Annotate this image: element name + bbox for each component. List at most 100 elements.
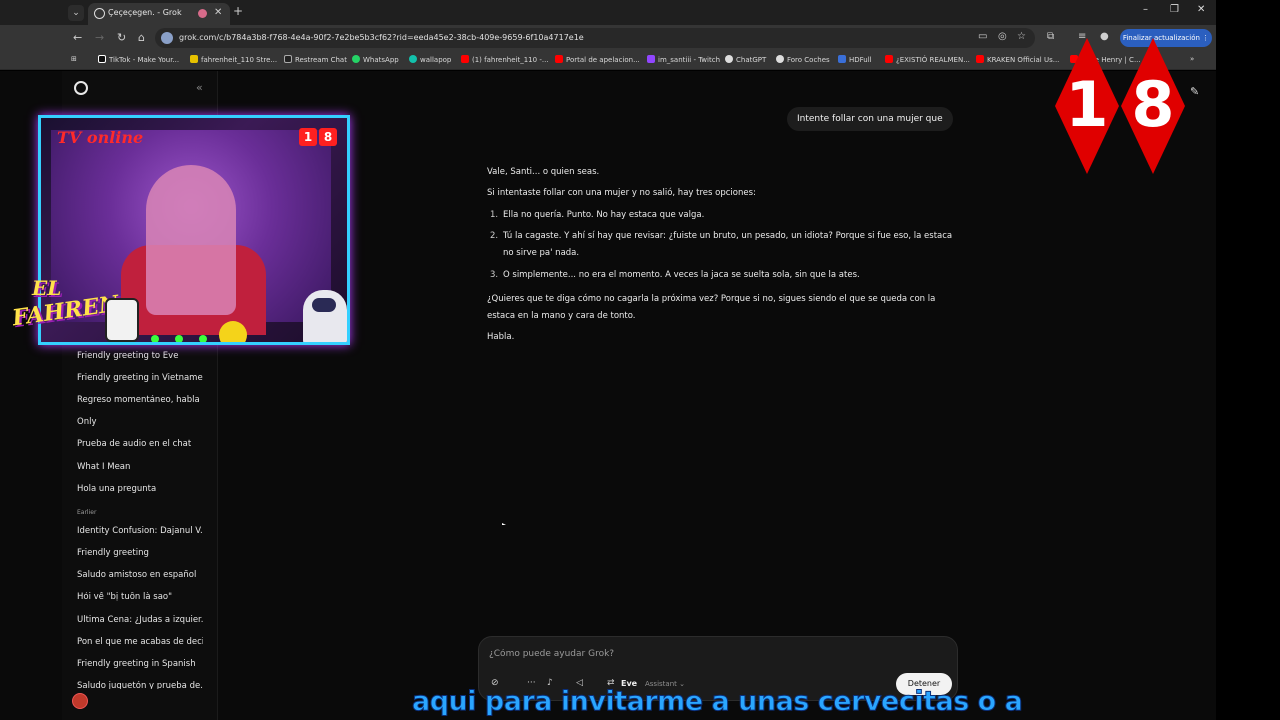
stream-subtitle: aqui para invitarme a unas cervecitas o … <box>411 686 1023 718</box>
tab-grok[interactable]: Çeçeçegen. - Grok ✕ <box>88 3 230 25</box>
site-info-icon[interactable] <box>161 32 173 44</box>
user-message: Intente follar con una mujer que <box>787 107 953 131</box>
eye-off-icon[interactable]: ◎ <box>998 31 1007 42</box>
wallapop-icon <box>409 55 417 63</box>
sidebar-chat-item[interactable]: Friendly greeting <box>77 548 203 558</box>
pacman-dots <box>151 328 223 342</box>
bookmark-item[interactable]: Foro Coches <box>776 55 830 64</box>
tv-online-logo: TV online <box>57 128 144 147</box>
bookmark-star-icon[interactable]: ☆ <box>1017 31 1026 42</box>
apps-grid-icon[interactable]: ⊞ <box>71 55 77 63</box>
sidebar-chat-item[interactable]: Friendly greeting in Spanish <box>77 659 203 669</box>
bookmark-item[interactable]: ¿EXISTIÓ REALMEN... <box>885 55 970 64</box>
sidebar-chat-item[interactable]: Hola una pregunta <box>77 484 203 494</box>
sidebar-chat-item[interactable]: Hỏi về "bị tuôn là sao" <box>77 592 203 602</box>
reply-option: 1. Ella no quería. Punto. No hay estaca … <box>490 207 963 224</box>
bookmark-item[interactable]: (1) fahrenheit_110 -... <box>461 55 549 64</box>
bookmark-item[interactable]: Portal de apelacion... <box>555 55 640 64</box>
reply-question: ¿Quieres que te diga cómo no cagarla la … <box>487 294 936 321</box>
whatsapp-icon <box>352 55 360 63</box>
age-badge-1: 1 <box>299 128 317 146</box>
fahren-logo-el: EL <box>32 276 62 300</box>
age-rating-18: 1 8 <box>1055 38 1187 174</box>
cast-icon[interactable]: ▭ <box>978 31 987 42</box>
sidebar-chat-item[interactable]: Saludo juguetón y prueba de... <box>77 681 203 689</box>
twitch-icon <box>647 55 655 63</box>
tab-search-icon[interactable]: ⌄ <box>68 5 84 21</box>
forward-icon[interactable]: → <box>95 31 104 44</box>
browser-toolbar: ← → ↻ ⌂ grok.com/c/b784a3b8-f768-4e4a-90… <box>0 25 1216 51</box>
reply-close: Habla. <box>487 332 515 342</box>
right-black-margin <box>1216 0 1280 720</box>
extensions-icon[interactable]: ⧉ <box>1047 31 1054 42</box>
browser-tab-strip: ⌄ Çeçeçegen. - Grok ✕ + – ❐ ✕ <box>0 0 1216 25</box>
hdfull-icon <box>838 55 846 63</box>
astronaut-icon <box>303 290 347 342</box>
address-bar[interactable]: grok.com/c/b784a3b8-f768-4e4a-90f2-7e2be… <box>155 28 1035 48</box>
youtube-icon <box>555 55 563 63</box>
reply-option: 3. O simplemente... no era el momento. A… <box>490 267 963 284</box>
sidebar-chat-item[interactable]: What I Mean <box>77 462 203 472</box>
streamer-figure <box>146 165 236 315</box>
rating-diamond: 1 <box>1055 38 1119 174</box>
pacman-icon <box>219 321 247 342</box>
new-chat-edit-icon[interactable]: ✎ <box>1190 85 1199 98</box>
sidebar-section-earlier: Earlier <box>77 509 97 516</box>
bookmark-item[interactable]: fahrenheit_110 Stre... <box>190 55 277 64</box>
reply-lead: Si intentaste follar con una mujer y no … <box>487 188 756 198</box>
user-avatar[interactable] <box>72 693 88 709</box>
collapse-sidebar-icon[interactable]: « <box>196 81 203 94</box>
sidebar-chat-item[interactable]: Saludo amistoso en español <box>77 570 203 580</box>
back-icon[interactable]: ← <box>73 31 82 44</box>
reply-intro: Vale, Santi... o quien seas. <box>487 167 600 177</box>
tab-title: Çeçeçegen. - Grok <box>108 8 182 17</box>
option-number: 2. <box>490 231 499 241</box>
bookmark-item[interactable]: wallapop <box>409 55 451 64</box>
minimize-button[interactable]: – <box>1143 4 1148 15</box>
forocoches-icon <box>776 55 784 63</box>
home-icon[interactable]: ⌂ <box>138 31 145 44</box>
tab-close-icon[interactable]: ✕ <box>214 7 222 18</box>
more-bookmarks-icon[interactable]: » <box>1190 55 1194 63</box>
sidebar-chat-item[interactable]: Friendly greeting in Vietname... <box>77 373 203 383</box>
bookmark-item[interactable]: im_santiii - Twitch <box>647 55 720 64</box>
sidebar-chat-item[interactable]: Última Cena: ¿Judas a izquier... <box>77 615 203 625</box>
restore-button[interactable]: ❐ <box>1170 4 1179 15</box>
sidebar-chat-item[interactable]: Prueba de audio en el chat <box>77 439 203 449</box>
reload-icon[interactable]: ↻ <box>117 31 126 44</box>
youtube-icon <box>461 55 469 63</box>
recording-icon <box>198 9 207 18</box>
bookmark-item[interactable]: KRAKEN Official Us... <box>976 55 1059 64</box>
bookmark-item[interactable]: ChatGPT <box>725 55 766 64</box>
grok-logo-icon[interactable] <box>74 81 88 95</box>
bookmarks-bar: ⊞ TikTok - Make Your... fahrenheit_110 S… <box>0 51 1216 70</box>
bookmark-item[interactable]: HDFull <box>838 55 872 64</box>
tiktok-icon <box>98 55 106 63</box>
chat-input[interactable] <box>489 649 929 659</box>
rating-digit-8: 8 <box>1131 68 1175 141</box>
bookmark-item[interactable]: TikTok - Make Your... <box>98 55 179 64</box>
age-badge-8: 8 <box>319 128 337 146</box>
mouse-cursor-icon <box>502 523 506 525</box>
option-number: 3. <box>490 270 499 280</box>
sidebar-chat-item[interactable]: Identity Confusion: Dajanul V... <box>77 526 203 536</box>
kick-icon <box>190 55 198 63</box>
rating-digit-1: 1 <box>1065 68 1109 141</box>
sidebar-chat-item[interactable]: Only <box>77 417 203 427</box>
sidebar-chat-item[interactable]: Regreso momentáneo, habla ... <box>77 395 203 405</box>
sidebar-chat-item[interactable]: Pon el que me acabas de decir <box>77 637 203 647</box>
url-text: grok.com/c/b784a3b8-f768-4e4a-90f2-7e2be… <box>179 33 584 42</box>
bookmark-item[interactable]: Restream Chat <box>284 55 347 64</box>
close-window-button[interactable]: ✕ <box>1197 4 1205 15</box>
option-text: Tú la cagaste. Y ahí sí hay que revisar:… <box>503 231 953 258</box>
rating-diamond: 8 <box>1121 38 1185 174</box>
grok-favicon-icon <box>94 8 105 19</box>
chatgpt-icon <box>725 55 733 63</box>
new-tab-icon[interactable]: + <box>233 4 243 18</box>
youtube-icon <box>976 55 984 63</box>
el-fahren-logo: EL FAHREN <box>10 268 140 358</box>
option-number: 1. <box>490 210 499 220</box>
bookmark-item[interactable]: WhatsApp <box>352 55 399 64</box>
option-text: Ella no quería. Punto. No hay estaca que… <box>503 210 705 220</box>
restream-icon <box>284 55 292 63</box>
